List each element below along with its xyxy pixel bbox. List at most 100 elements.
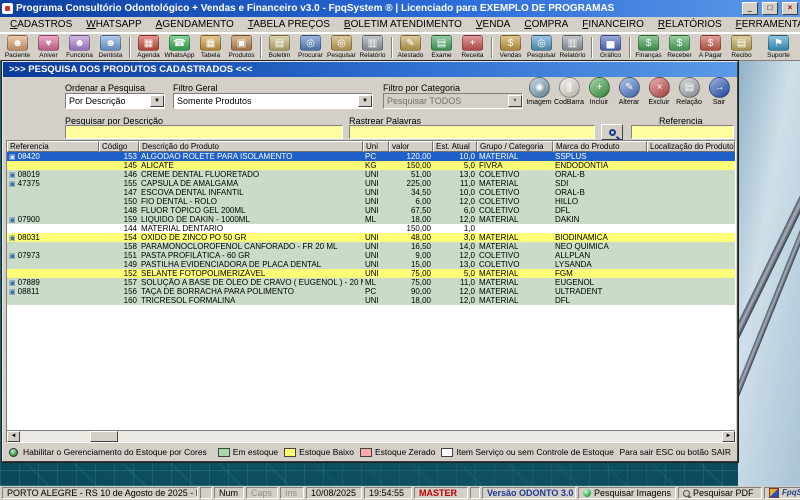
toolbar-button[interactable]: ▥ Relatório [557, 35, 588, 60]
menu-item[interactable]: VENDA [469, 18, 517, 31]
cell-estoque: 11,0 [433, 179, 477, 188]
track-words-input[interactable] [349, 125, 595, 139]
search-pdf-button[interactable]: Pesquisar PDF [678, 487, 762, 499]
menu-item[interactable]: COMPRA [517, 18, 575, 31]
support-button[interactable]: ⚑ Suporte [763, 35, 794, 60]
table-row[interactable]: ▣08420 153 ALGODAO ROLETE PARA ISOLAMENT… [7, 152, 735, 161]
toolbar-button[interactable]: ✎ Atestado [395, 35, 426, 60]
toolbar-button[interactable]: ▦ Tabela [195, 35, 226, 60]
column-header-valor[interactable]: valor [389, 141, 433, 152]
table-row[interactable]: 160 TRICRESOL FORMALINA UNI 18,00 12,0 M… [7, 296, 735, 305]
cell-estoque: 10,0 [433, 152, 477, 161]
table-row[interactable]: 144 MATERIAL DENTARIO 150,00 1,0 [7, 224, 735, 233]
legend-item: Estoque Baixo [278, 447, 354, 457]
toolbar-button[interactable]: ▤ Boletim [264, 35, 295, 60]
table-row[interactable]: 150 FIO DENTAL - ROLO UNI 6,00 12,0 COLE… [7, 197, 735, 206]
table-row[interactable]: 149 PASTILHA EVIDENCIADORA DE PLACA DENT… [7, 260, 735, 269]
menu-item[interactable]: CADASTROS [3, 18, 79, 31]
table-row[interactable]: 148 FLUOR TÓPICO GEL 200ML UNI 67,50 6,0… [7, 206, 735, 215]
column-header-localizacao[interactable]: Localização do Produto [647, 141, 735, 152]
toolbar-button[interactable]: ◎ Procurar [295, 35, 326, 60]
table-row[interactable]: ▣08811 156 TAÇA DE BORRACHA PARA POLIMEN… [7, 287, 735, 296]
table-row[interactable]: 145 ALICATE KG 150,00 5,0 FIVRA ENDODONT… [7, 161, 735, 170]
toolbar-button[interactable]: ♥ Aniver [33, 35, 64, 60]
column-header-referencia[interactable]: Referencia [7, 141, 99, 152]
menu-item[interactable]: FINANCEIRO [575, 18, 651, 31]
menu-item[interactable]: FERRAMENTAS [729, 18, 800, 31]
cell-localizacao [647, 269, 735, 278]
menu-item[interactable]: AGENDAMENTO [149, 18, 241, 31]
menu-item[interactable]: TABELA PREÇOS [241, 18, 337, 31]
toolbar-button[interactable]: ◎ Pesquisar [526, 35, 557, 60]
chevron-down-icon[interactable]: ▼ [358, 95, 372, 107]
column-header-estoque[interactable]: Est. Atual [433, 141, 477, 152]
general-filter-select[interactable]: Somente Produtos ▼ [173, 93, 373, 109]
action-button[interactable]: ▤ Relação [675, 77, 703, 107]
action-button[interactable]: + Incluir [585, 77, 613, 107]
table-row[interactable]: ▣08031 154 OXIDO DE ZINCO PO 50 GR UNI 4… [7, 233, 735, 242]
scroll-right-icon[interactable]: ► [722, 431, 735, 442]
action-button[interactable]: ◉ Imagem [525, 77, 553, 107]
toolbar-button[interactable]: ☻ Funciona [64, 35, 95, 60]
action-button[interactable]: → Sair [705, 77, 733, 107]
table-row[interactable]: ▣08019 146 CREME DENTAL FLUORETADO UNI 5… [7, 170, 735, 179]
toolbar-button[interactable]: ▣ Produtos [226, 35, 257, 60]
column-header-grupo[interactable]: Grupo / Categoria [477, 141, 553, 152]
toolbar-button[interactable]: ☎ WhatsApp [164, 35, 195, 60]
chevron-down-icon[interactable]: ▼ [150, 95, 164, 107]
search-description-input[interactable] [65, 125, 343, 139]
toolbar-button[interactable]: ▤ Recibo [726, 35, 757, 60]
referencia-value: 08420 [18, 152, 40, 161]
action-button[interactable]: × Excluir [645, 77, 673, 107]
minimize-button[interactable]: _ [742, 2, 758, 15]
table-row[interactable]: ▣07889 157 SOLUÇÃO A BASE DE ÓLEO DE CRA… [7, 278, 735, 287]
scrollbar-track[interactable] [20, 431, 722, 442]
toolbar-button[interactable]: ☻ Paciente [2, 35, 33, 60]
toolbar-button[interactable]: ▤ Exame [426, 35, 457, 60]
menu-item[interactable]: RELATÓRIOS [651, 18, 729, 31]
status-bar: PORTO ALEGRE - RS 10 de Agosto de 2025 -… [0, 486, 800, 500]
search-images-button[interactable]: Pesquisar Imagens [578, 487, 676, 499]
cell-localizacao [647, 260, 735, 269]
category-filter-select[interactable]: Pesquisar TODOS ▼ [383, 93, 523, 109]
chevron-down-icon[interactable]: ▼ [508, 95, 522, 107]
column-header-codigo[interactable]: Código [99, 141, 139, 152]
cell-estoque: 12,0 [433, 296, 477, 305]
table-row[interactable]: ▣07900 159 LIQUIDO DE DAKIN - 1000ML ML … [7, 215, 735, 224]
menu-item[interactable]: BOLETIM ATENDIMENTO [337, 18, 469, 31]
table-row[interactable]: ▣47375 155 CAPSULA DE AMALGAMA UNI 225,0… [7, 179, 735, 188]
toolbar-button[interactable]: ◎ Pesquisar [326, 35, 357, 60]
table-row[interactable]: 147 ESCOVA DENTAL INFANTIL UNI 34,50 10,… [7, 188, 735, 197]
column-header-uni[interactable]: Uni [363, 141, 389, 152]
reference-input[interactable] [631, 125, 734, 139]
column-header-marca[interactable]: Marca do Produto [553, 141, 647, 152]
scrollbar-thumb[interactable] [90, 431, 118, 442]
toolbar-button[interactable]: $ Receber [664, 35, 695, 60]
close-button[interactable]: × [782, 2, 798, 15]
toolbar-button[interactable]: ▥ Relatório [357, 35, 388, 60]
search-pdf-label: Pesquisar PDF [693, 488, 754, 498]
toolbar-button[interactable]: ☻ Dentista [95, 35, 126, 60]
scroll-left-icon[interactable]: ◄ [7, 431, 20, 442]
toolbar-button[interactable]: + Receita [457, 35, 488, 60]
column-header-descricao[interactable]: Descrição do Produto [139, 141, 363, 152]
cell-referencia [7, 188, 99, 197]
table-row[interactable]: 152 SELANTE FOTOPOLIMERIZÁVEL UNI 75,00 … [7, 269, 735, 278]
horizontal-scrollbar[interactable]: ◄ ► [7, 430, 735, 442]
cell-estoque: 5,0 [433, 269, 477, 278]
table-row[interactable]: 158 PARAMONOCLOROFENOL CANFORADO - FR 20… [7, 242, 735, 251]
stock-colors-toggle[interactable] [9, 448, 18, 457]
search-button[interactable] [601, 124, 623, 140]
menu-item[interactable]: WHATSAPP [79, 18, 148, 31]
toolbar-button[interactable]: ▦ Agenda [133, 35, 164, 60]
toolbar-button[interactable]: $ A Pagar [695, 35, 726, 60]
toolbar-button[interactable]: ▅ Gráfico [595, 35, 626, 60]
maximize-button[interactable]: □ [762, 2, 778, 15]
toolbar-button[interactable]: $ Vendas [495, 35, 526, 60]
order-filter-select[interactable]: Por Descrição ▼ [65, 93, 165, 109]
table-row[interactable]: ▣07973 151 PASTA PROFILÁTICA - 60 GR UNI… [7, 251, 735, 260]
action-button[interactable]: ||| CodBarra [555, 77, 583, 107]
action-button[interactable]: ✎ Alterar [615, 77, 643, 107]
toolbar-button[interactable]: $ Finanças [633, 35, 664, 60]
status-time: 19:54:55 [364, 487, 412, 499]
